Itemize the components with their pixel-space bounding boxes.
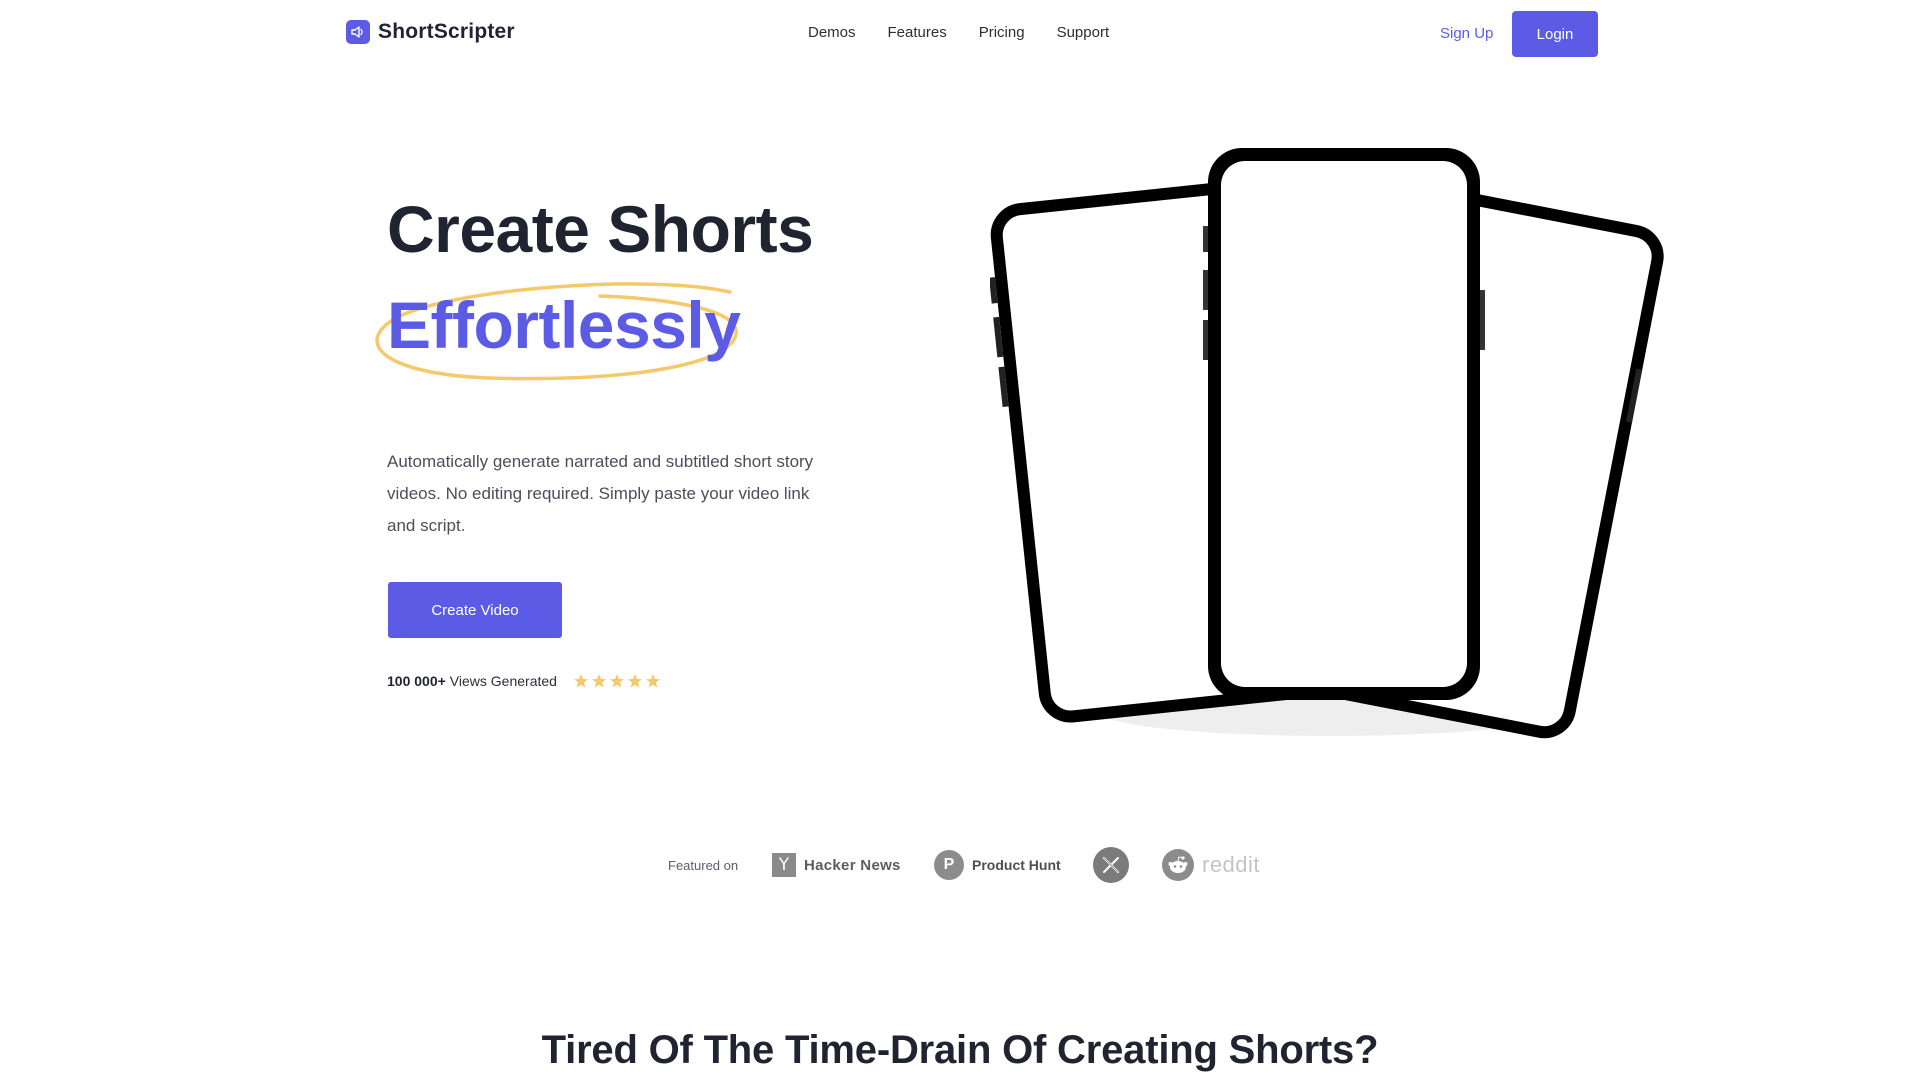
product-hunt-link[interactable]: P Product Hunt	[934, 850, 1061, 880]
hacker-news-link[interactable]: Y Hacker News	[772, 853, 901, 877]
featured-label: Featured on	[668, 858, 739, 873]
brand-name: ShortScripter	[378, 20, 515, 43]
nav-demos[interactable]: Demos	[808, 24, 856, 41]
product-hunt-label: Product Hunt	[972, 857, 1061, 873]
star-icon	[627, 674, 642, 688]
hacker-news-label: Hacker News	[804, 856, 901, 874]
phones-illustration	[990, 148, 1664, 739]
reddit-link[interactable]: reddit	[1162, 849, 1260, 881]
views-stat: 100 000+ Views Generated	[387, 673, 661, 689]
star-icon	[645, 674, 660, 688]
login-button[interactable]: Login	[1512, 11, 1598, 57]
nav-support[interactable]: Support	[1057, 24, 1110, 41]
star-icon	[591, 674, 606, 688]
star-rating	[573, 673, 661, 689]
section-title: Tired Of The Time-Drain Of Creating Shor…	[541, 1028, 1379, 1072]
x-link[interactable]	[1093, 847, 1129, 883]
product-hunt-icon: P	[934, 850, 964, 880]
main-nav: Demos Features Pricing Support	[808, 24, 1109, 41]
views-count: 100 000+	[387, 673, 446, 689]
nav-features[interactable]: Features	[888, 24, 947, 41]
hero-description: Automatically generate narrated and subt…	[387, 452, 814, 535]
star-icon	[609, 674, 624, 688]
views-label: Views Generated	[449, 673, 557, 689]
center-phone	[1203, 148, 1485, 700]
featured-on-bar: Featured on Y Hacker News P Product Hunt	[0, 846, 1920, 886]
hero-accent: Effortlessly	[370, 278, 750, 388]
nav-pricing[interactable]: Pricing	[979, 24, 1025, 41]
reddit-label: reddit	[1202, 852, 1261, 877]
speaker-icon	[346, 20, 370, 44]
x-logo-icon	[1093, 847, 1129, 883]
hero-title: Create Shorts	[387, 192, 814, 266]
star-icon	[573, 674, 588, 688]
logo[interactable]: ShortScripter	[346, 20, 515, 44]
create-video-button[interactable]: Create Video	[388, 582, 562, 638]
hero-title-accent: Effortlessly	[387, 288, 741, 362]
hacker-news-icon: Y	[772, 853, 796, 877]
reddit-alien-icon	[1162, 849, 1194, 881]
sign-up-link[interactable]: Sign Up	[1440, 25, 1493, 42]
